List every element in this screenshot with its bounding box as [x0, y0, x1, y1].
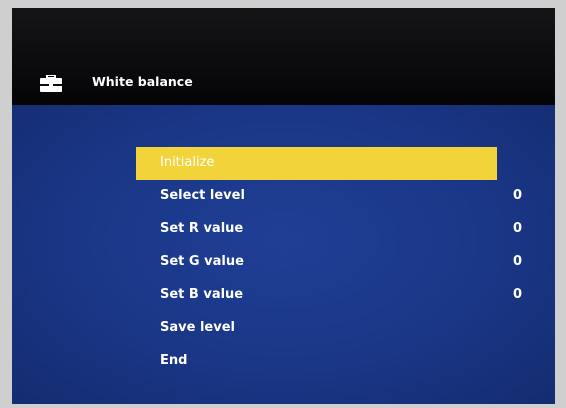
menu-item-value: 0	[513, 188, 523, 203]
menu-item-end[interactable]: End	[136, 345, 497, 378]
menu-item-value: 0	[513, 287, 523, 302]
menu-item-value: 0	[513, 221, 523, 236]
menu-panel: Initialize Select level 0 Set R value 0 …	[12, 105, 555, 404]
toolbox-icon	[40, 75, 62, 92]
tv-frame: White balance Initialize Select level 0 …	[0, 0, 566, 408]
menu-item-label: Select level	[160, 188, 245, 203]
menu-item-initialize[interactable]: Initialize	[136, 147, 497, 180]
menu-item-value: 0	[513, 254, 523, 269]
menu-item-set-r-value[interactable]: Set R value 0	[136, 213, 522, 246]
menu-item-set-b-value[interactable]: Set B value 0	[136, 279, 522, 312]
menu-item-set-g-value[interactable]: Set G value 0	[136, 246, 522, 279]
menu-item-label: End	[160, 353, 188, 368]
menu-item-label: Set R value	[160, 221, 244, 236]
menu-item-label: Set B value	[160, 287, 244, 302]
menu-header: White balance	[12, 8, 555, 105]
menu-item-label: Initialize	[160, 155, 215, 170]
menu-item-select-level[interactable]: Select level 0	[136, 180, 522, 213]
menu-item-label: Set G value	[160, 254, 244, 269]
menu-title: White balance	[92, 74, 193, 89]
osd-screen: White balance Initialize Select level 0 …	[12, 8, 555, 404]
menu-item-label: Save level	[160, 320, 235, 335]
menu-item-save-level[interactable]: Save level	[136, 312, 497, 345]
